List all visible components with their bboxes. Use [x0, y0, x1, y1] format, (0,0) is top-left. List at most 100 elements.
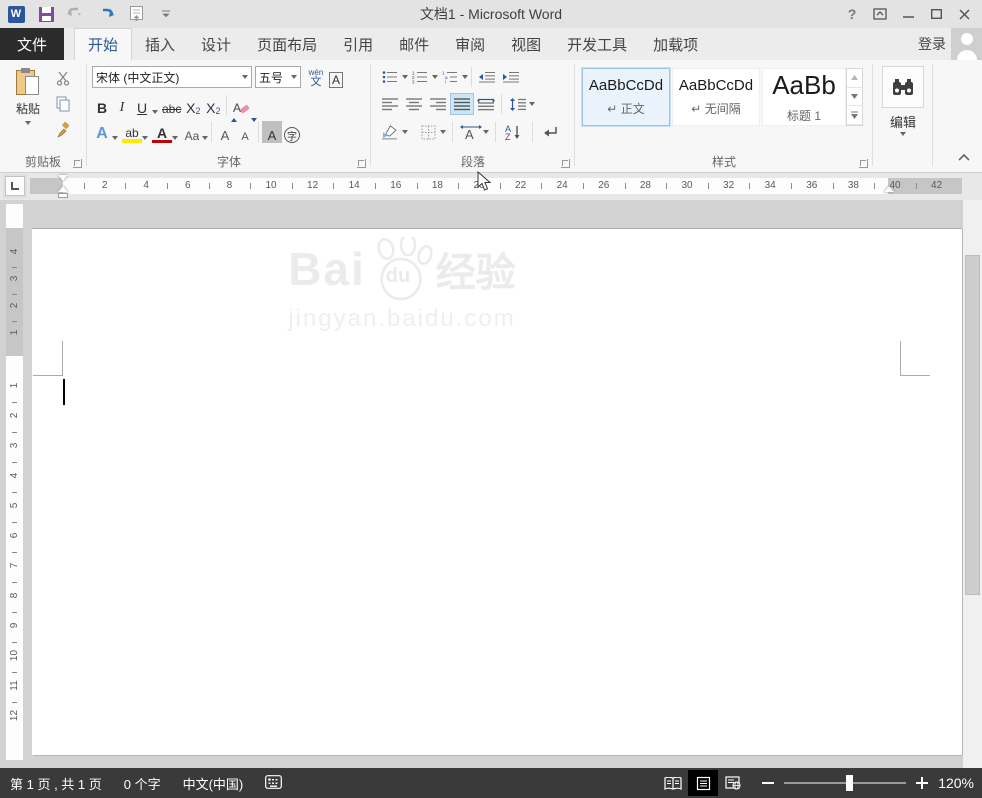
- sign-in-link[interactable]: 登录: [918, 28, 946, 60]
- styles-dialog-launcher[interactable]: [859, 159, 868, 168]
- character-border-button[interactable]: A: [326, 66, 346, 88]
- paste-button[interactable]: 粘贴: [8, 66, 48, 152]
- help-icon[interactable]: ?: [838, 2, 866, 26]
- show-hide-marks-button[interactable]: [539, 121, 563, 143]
- style-normal[interactable]: AaBbCcDd ↵ 正文: [582, 68, 670, 126]
- collapse-ribbon-icon[interactable]: [958, 148, 970, 166]
- editing-dropdown-icon[interactable]: [900, 132, 906, 136]
- enclose-characters-button[interactable]: 字: [282, 121, 302, 143]
- tab-design[interactable]: 设计: [188, 28, 244, 60]
- vertical-scrollbar[interactable]: [963, 200, 982, 768]
- change-case-dropdown-icon[interactable]: [202, 136, 208, 140]
- borders-dropdown-icon[interactable]: [440, 130, 446, 134]
- h-ruler-strip[interactable]: 24681012141618202224262830323436384042: [30, 178, 962, 194]
- borders-button[interactable]: [416, 121, 440, 143]
- print-layout-icon[interactable]: [688, 770, 719, 796]
- first-line-indent-marker[interactable]: [58, 175, 68, 181]
- bullets-button[interactable]: [378, 66, 402, 88]
- justify-button[interactable]: [450, 93, 474, 115]
- tab-review[interactable]: 审阅: [442, 28, 498, 60]
- underline-dropdown-icon[interactable]: [152, 110, 158, 114]
- tab-add-ins[interactable]: 加载项: [640, 28, 711, 60]
- shading-button[interactable]: [378, 121, 402, 143]
- zoom-slider[interactable]: [784, 775, 907, 791]
- align-left-button[interactable]: [378, 93, 402, 115]
- shrink-font-button[interactable]: A: [235, 118, 257, 143]
- ribbon-display-options-icon[interactable]: [866, 2, 894, 26]
- zoom-slider-thumb[interactable]: [846, 775, 854, 791]
- highlight-button[interactable]: ab: [122, 121, 142, 143]
- copy-button[interactable]: [52, 94, 74, 114]
- numbering-button[interactable]: 123: [408, 66, 432, 88]
- underline-button[interactable]: U: [132, 94, 152, 116]
- vertical-ruler[interactable]: 4 3 2 1 1 2 3 4 5 6 7 8 9 10 11 12: [6, 204, 23, 760]
- tab-mailings[interactable]: 邮件: [386, 28, 442, 60]
- clear-formatting-button[interactable]: A: [230, 94, 252, 116]
- tab-home[interactable]: 开始: [74, 28, 133, 60]
- macro-record-icon[interactable]: [265, 774, 283, 792]
- editing-button-label[interactable]: 编辑: [874, 112, 932, 131]
- asian-layout-button[interactable]: A: [459, 121, 483, 143]
- clipboard-dialog-launcher[interactable]: [73, 159, 82, 168]
- font-color-button[interactable]: A: [152, 121, 172, 143]
- tab-view[interactable]: 视图: [498, 28, 554, 60]
- font-color-dropdown-icon[interactable]: [172, 136, 178, 140]
- grow-font-button[interactable]: A: [215, 118, 237, 143]
- highlight-dropdown-icon[interactable]: [142, 136, 148, 140]
- tab-references[interactable]: 引用: [330, 28, 386, 60]
- styles-scroll-down-icon[interactable]: [847, 88, 862, 107]
- align-right-button[interactable]: [426, 93, 450, 115]
- change-case-button[interactable]: Aa: [182, 121, 202, 143]
- style-heading1[interactable]: AaBb 标题 1: [762, 68, 846, 126]
- multilevel-dropdown-icon[interactable]: [462, 75, 468, 79]
- multilevel-list-button[interactable]: 1ai: [438, 66, 462, 88]
- zoom-in-icon[interactable]: [916, 777, 929, 789]
- bold-button[interactable]: B: [92, 94, 112, 116]
- paragraph-dialog-launcher[interactable]: [561, 159, 570, 168]
- superscript-button[interactable]: X2: [203, 94, 223, 116]
- text-effects-dropdown-icon[interactable]: [112, 136, 118, 140]
- asian-layout-dropdown-icon[interactable]: [483, 130, 489, 134]
- distributed-button[interactable]: [474, 93, 498, 115]
- document-page[interactable]: Bai du 经验 jingyan.baidu.com: [32, 228, 962, 755]
- cut-button[interactable]: [52, 68, 74, 88]
- shading-dropdown-icon[interactable]: [402, 130, 408, 134]
- read-mode-icon[interactable]: [658, 770, 688, 796]
- web-layout-icon[interactable]: [718, 770, 748, 796]
- style-no-spacing[interactable]: AaBbCcDd ↵ 无间隔: [672, 68, 760, 126]
- character-shading-button[interactable]: A: [262, 121, 282, 143]
- close-icon[interactable]: [950, 2, 978, 26]
- line-spacing-button[interactable]: [505, 93, 529, 115]
- text-effects-button[interactable]: A: [92, 121, 112, 143]
- tab-page-layout[interactable]: 页面布局: [244, 28, 330, 60]
- tab-developer[interactable]: 开发工具: [554, 28, 640, 60]
- strikethrough-button[interactable]: abc: [160, 94, 183, 116]
- font-size-combo[interactable]: 五号: [255, 66, 301, 88]
- font-dialog-launcher[interactable]: [357, 159, 366, 168]
- subscript-button[interactable]: X2: [183, 94, 203, 116]
- language-indicator[interactable]: 中文(中国): [183, 774, 244, 793]
- paste-dropdown-icon[interactable]: [25, 121, 31, 125]
- minimize-icon[interactable]: [894, 2, 922, 26]
- sort-button[interactable]: AZ: [502, 121, 526, 143]
- zoom-level[interactable]: 120%: [938, 775, 974, 791]
- align-center-button[interactable]: [402, 93, 426, 115]
- tab-file[interactable]: 文件: [0, 28, 65, 60]
- decrease-indent-button[interactable]: [475, 66, 499, 88]
- zoom-out-icon[interactable]: [762, 782, 775, 784]
- left-indent-marker[interactable]: [58, 193, 68, 198]
- avatar[interactable]: [951, 28, 982, 60]
- find-button[interactable]: [882, 66, 924, 108]
- page-indicator[interactable]: 第 1 页 , 共 1 页: [10, 774, 102, 793]
- tab-insert[interactable]: 插入: [132, 28, 188, 60]
- font-name-combo[interactable]: 宋体 (中文正文): [92, 66, 252, 88]
- phonetic-guide-button[interactable]: wén 文: [306, 66, 326, 88]
- right-indent-marker[interactable]: [884, 186, 894, 192]
- line-spacing-dropdown-icon[interactable]: [529, 102, 535, 106]
- maximize-icon[interactable]: [922, 2, 950, 26]
- increase-indent-button[interactable]: [499, 66, 523, 88]
- styles-more-icon[interactable]: [847, 106, 862, 126]
- format-painter-button[interactable]: [52, 120, 74, 140]
- word-count[interactable]: 0 个字: [124, 774, 161, 793]
- styles-scroll-up-icon[interactable]: [847, 69, 862, 88]
